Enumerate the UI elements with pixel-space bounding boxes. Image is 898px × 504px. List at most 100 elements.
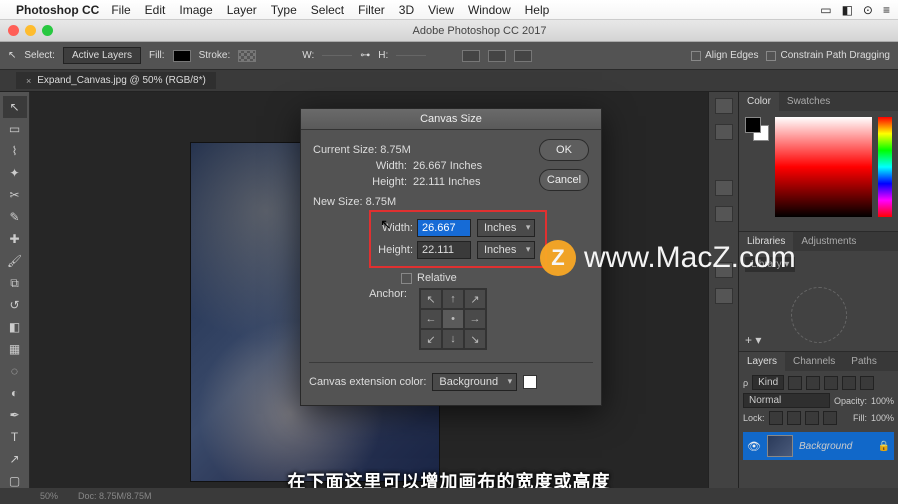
kind-label: ρ: [743, 378, 748, 388]
fill-label: Fill:: [853, 413, 867, 423]
layer-thumbnail[interactable]: [767, 435, 793, 457]
lock-trans-icon[interactable]: [769, 411, 783, 425]
lock-label: Lock:: [743, 413, 765, 423]
zoom-window-button[interactable]: [42, 25, 53, 36]
lock-icon: 🔒: [878, 441, 890, 452]
relative-checkbox[interactable]: [401, 273, 412, 284]
visibility-icon[interactable]: 👁: [747, 440, 761, 453]
pathop-icon-3[interactable]: [514, 50, 532, 62]
filter-type-icon[interactable]: [824, 376, 838, 390]
doc-size: Doc: 8.75M/8.75M: [78, 491, 152, 501]
fill-value[interactable]: 100%: [871, 413, 894, 423]
layers-tab[interactable]: Layers: [739, 352, 785, 371]
eraser-tool-icon[interactable]: ◧: [3, 316, 27, 338]
paths-tab[interactable]: Paths: [843, 352, 885, 371]
swatches-tab[interactable]: Swatches: [779, 92, 838, 111]
layer-background[interactable]: 👁 Background 🔒: [743, 432, 894, 460]
screen-icon[interactable]: ▭: [820, 3, 831, 17]
crop-tool-icon[interactable]: ✂: [3, 184, 27, 206]
constrain-checkbox[interactable]: Constrain Path Dragging: [766, 50, 890, 61]
adjustments-tab[interactable]: Adjustments: [793, 232, 864, 251]
filter-smart-icon[interactable]: [860, 376, 874, 390]
app-name[interactable]: Photoshop CC: [16, 3, 99, 17]
close-tab-icon[interactable]: ×: [26, 76, 31, 86]
hue-slider[interactable]: [878, 117, 892, 217]
menu-type[interactable]: Type: [271, 3, 297, 17]
pathop-icon-1[interactable]: [462, 50, 480, 62]
dock-paragraph-icon[interactable]: [715, 288, 733, 304]
menu-edit[interactable]: Edit: [145, 3, 166, 17]
collapsed-panel-dock: [708, 92, 738, 504]
sync-icon[interactable]: ◧: [842, 3, 853, 17]
brush-tool-icon[interactable]: 🖌: [3, 250, 27, 272]
dodge-tool-icon[interactable]: ◐: [3, 382, 27, 404]
menu-window[interactable]: Window: [468, 3, 511, 17]
dock-navigator-icon[interactable]: [715, 124, 733, 140]
path-select-icon[interactable]: ↗: [3, 448, 27, 470]
pen-tool-icon[interactable]: ✒: [3, 404, 27, 426]
library-add-icon[interactable]: + ▾: [745, 333, 761, 347]
link-wh-icon[interactable]: ⊶: [360, 50, 370, 61]
minimize-window-button[interactable]: [25, 25, 36, 36]
align-edges-checkbox[interactable]: Align Edges: [691, 50, 758, 61]
fill-swatch[interactable]: [173, 50, 191, 62]
blend-mode-dropdown[interactable]: Normal: [743, 393, 830, 408]
ext-color-select[interactable]: Background: [432, 373, 517, 391]
color-spectrum[interactable]: [775, 117, 872, 217]
menu-file[interactable]: File: [111, 3, 130, 17]
filter-adjust-icon[interactable]: [806, 376, 820, 390]
history-brush-icon[interactable]: ↺: [3, 294, 27, 316]
stamp-tool-icon[interactable]: ⧉: [3, 272, 27, 294]
gradient-tool-icon[interactable]: ▦: [3, 338, 27, 360]
healing-tool-icon[interactable]: ✚: [3, 228, 27, 250]
pathop-icon-2[interactable]: [488, 50, 506, 62]
library-dropzone[interactable]: [791, 287, 847, 343]
document-tab-bar: × Expand_Canvas.jpg @ 50% (RGB/8*): [0, 70, 898, 92]
dock-actions-icon[interactable]: [715, 206, 733, 222]
menu-view[interactable]: View: [428, 3, 454, 17]
move-tool-icon[interactable]: ↖: [3, 96, 27, 118]
menu-3d[interactable]: 3D: [399, 3, 414, 17]
new-height-input[interactable]: [417, 241, 471, 259]
foreground-background-swatch[interactable]: [745, 117, 769, 141]
dock-histogram-icon[interactable]: [715, 98, 733, 114]
new-width-input[interactable]: [417, 219, 471, 237]
filter-pixel-icon[interactable]: [788, 376, 802, 390]
lasso-tool-icon[interactable]: ⌇: [3, 140, 27, 162]
ok-button[interactable]: OK: [539, 139, 589, 161]
menu-filter[interactable]: Filter: [358, 3, 385, 17]
menu-extra-icon[interactable]: ≡: [883, 3, 890, 17]
filter-shape-icon[interactable]: [842, 376, 856, 390]
close-window-button[interactable]: [8, 25, 19, 36]
dock-history-icon[interactable]: [715, 180, 733, 196]
filter-kind-dropdown[interactable]: Kind: [752, 375, 784, 390]
wand-tool-icon[interactable]: ✦: [3, 162, 27, 184]
new-size-label: New Size: 8.75M: [313, 196, 589, 208]
menu-help[interactable]: Help: [525, 3, 550, 17]
menu-layer[interactable]: Layer: [227, 3, 257, 17]
marquee-tool-icon[interactable]: ▭: [3, 118, 27, 140]
color-tab[interactable]: Color: [739, 92, 779, 111]
lock-pos-icon[interactable]: [805, 411, 819, 425]
width-unit-select[interactable]: Inches: [477, 219, 535, 237]
anchor-grid[interactable]: ↖↑↗ ←•→ ↙↓↘: [419, 288, 487, 350]
height-unit-select[interactable]: Inches: [477, 241, 535, 259]
lock-pixel-icon[interactable]: [787, 411, 801, 425]
blur-tool-icon[interactable]: ◌: [3, 360, 27, 382]
zoom-level[interactable]: 50%: [40, 491, 58, 501]
stroke-swatch[interactable]: [238, 50, 256, 62]
cur-height-value: 22.111 Inches: [413, 176, 480, 188]
eyedropper-tool-icon[interactable]: ✎: [3, 206, 27, 228]
ext-color-swatch[interactable]: [523, 375, 537, 389]
type-tool-icon[interactable]: T: [3, 426, 27, 448]
wifi-icon[interactable]: ⊙: [863, 3, 873, 17]
document-tab[interactable]: × Expand_Canvas.jpg @ 50% (RGB/8*): [16, 72, 216, 89]
channels-tab[interactable]: Channels: [785, 352, 843, 371]
menu-select[interactable]: Select: [311, 3, 344, 17]
select-dropdown[interactable]: Active Layers: [63, 47, 141, 64]
menu-image[interactable]: Image: [179, 3, 212, 17]
cancel-button[interactable]: Cancel: [539, 169, 589, 191]
opacity-value[interactable]: 100%: [871, 396, 894, 406]
select-label: Select:: [24, 50, 55, 61]
lock-all-icon[interactable]: [823, 411, 837, 425]
